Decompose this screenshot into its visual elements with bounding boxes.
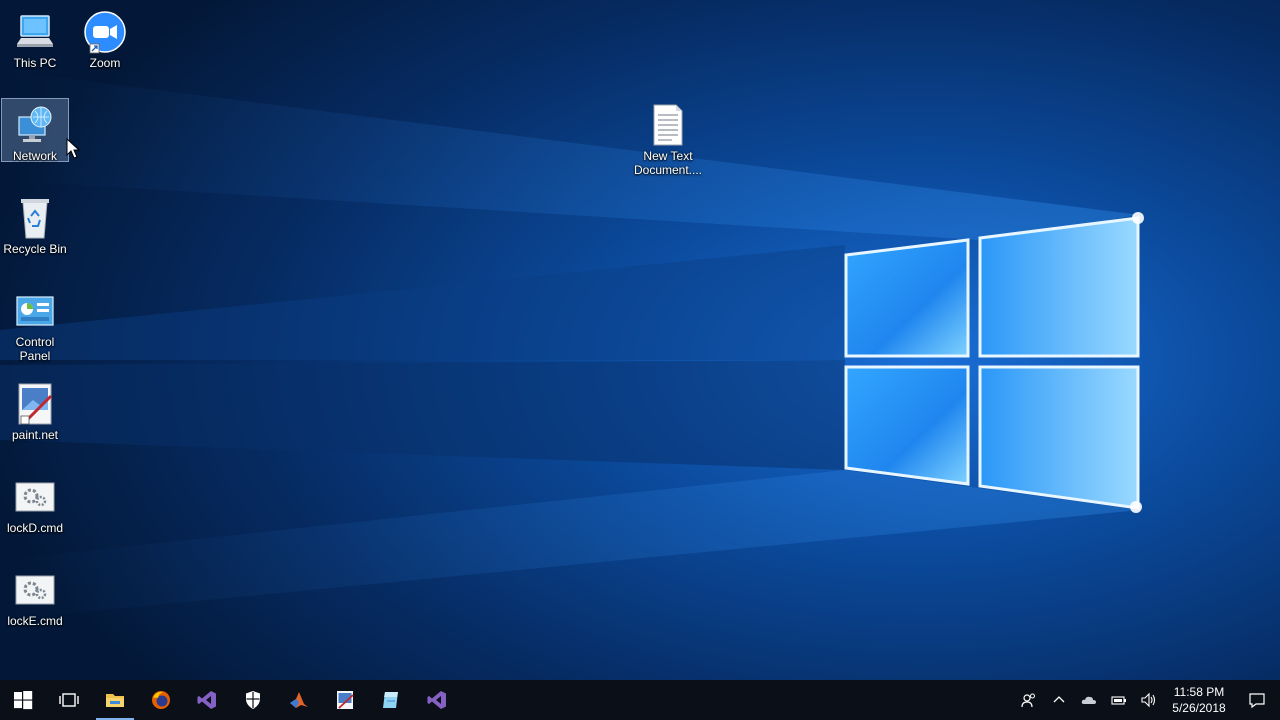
notepad-icon bbox=[383, 692, 398, 708]
text-file-icon bbox=[644, 103, 692, 147]
cmd-script-icon bbox=[11, 568, 59, 612]
windows-start-icon bbox=[14, 691, 33, 710]
taskbar-windows-security[interactable] bbox=[230, 680, 276, 720]
visual-studio-icon bbox=[427, 691, 446, 709]
taskbar-visual-studio[interactable] bbox=[184, 680, 230, 720]
computer-icon bbox=[11, 10, 59, 54]
action-center-icon bbox=[1249, 693, 1265, 709]
taskbar-firefox[interactable] bbox=[138, 680, 184, 720]
battery-icon bbox=[1111, 696, 1126, 705]
taskbar-notepad[interactable] bbox=[368, 680, 414, 720]
chevron-up-icon bbox=[1053, 696, 1065, 703]
cloud-icon bbox=[1081, 696, 1096, 704]
desktop-icon-label: lockE.cmd bbox=[7, 614, 63, 628]
zoom-camera-icon bbox=[81, 10, 129, 54]
paint-net-icon bbox=[337, 691, 354, 709]
clock-time: 11:58 PM bbox=[1173, 685, 1225, 699]
matlab-icon bbox=[290, 692, 308, 708]
desktop-icon-paint-net[interactable]: paint.net bbox=[1, 377, 69, 443]
action-center-button[interactable] bbox=[1234, 680, 1280, 720]
desktop-icon-zoom[interactable]: Zoom bbox=[71, 5, 139, 71]
recycle-bin-icon bbox=[11, 196, 59, 240]
desktop-icon-lockd-cmd[interactable]: lockD.cmd bbox=[1, 470, 69, 536]
taskbar-paint-net[interactable] bbox=[322, 680, 368, 720]
desktop-icon-this-pc[interactable]: This PC bbox=[1, 5, 69, 71]
desktop-icon-label: paint.net bbox=[11, 428, 59, 442]
firefox-icon bbox=[152, 691, 170, 709]
speaker-icon bbox=[1141, 692, 1156, 708]
cmd-script-icon bbox=[11, 475, 59, 519]
taskbar-matlab[interactable] bbox=[276, 680, 322, 720]
clock-date: 5/26/2018 bbox=[1172, 701, 1226, 715]
people-icon bbox=[1021, 693, 1035, 708]
mouse-cursor-icon bbox=[66, 138, 80, 159]
desktop-icon-network[interactable]: Network bbox=[1, 98, 69, 163]
desktop-icon-label: Control Panel bbox=[15, 335, 55, 363]
task-view-icon bbox=[59, 693, 79, 707]
desktop-icon-label: lockD.cmd bbox=[6, 521, 63, 535]
shield-icon bbox=[246, 691, 260, 709]
paint-net-icon bbox=[11, 382, 59, 426]
visual-studio-icon bbox=[197, 691, 216, 709]
start-button[interactable] bbox=[0, 680, 46, 720]
taskbar-file-explorer[interactable] bbox=[92, 680, 138, 720]
network-globe-icon bbox=[11, 103, 59, 147]
folder-icon bbox=[106, 694, 124, 707]
desktop-icon-recycle-bin[interactable]: Recycle Bin bbox=[1, 191, 69, 257]
tray-onedrive[interactable] bbox=[1074, 680, 1104, 720]
desktop-icon-locke-cmd[interactable]: lockE.cmd bbox=[1, 563, 69, 629]
desktop-icon-label: Recycle Bin bbox=[3, 242, 67, 256]
desktop-icon-label: Zoom bbox=[89, 56, 121, 70]
taskbar: 11:58 PM 5/26/2018 bbox=[0, 680, 1280, 720]
desktop-icon-label: New Text Document.... bbox=[633, 149, 703, 177]
task-view-button[interactable] bbox=[46, 680, 92, 720]
taskbar-visual-studio-2[interactable] bbox=[414, 680, 460, 720]
control-panel-icon bbox=[11, 289, 59, 333]
desktop-icon-new-text-document[interactable]: New Text Document.... bbox=[622, 98, 714, 178]
tray-people[interactable] bbox=[1014, 680, 1044, 720]
tray-show-hidden-icons[interactable] bbox=[1044, 680, 1074, 720]
system-tray: 11:58 PM 5/26/2018 bbox=[1014, 680, 1280, 720]
tray-battery[interactable] bbox=[1104, 680, 1134, 720]
tray-volume[interactable] bbox=[1134, 680, 1164, 720]
taskbar-clock[interactable]: 11:58 PM 5/26/2018 bbox=[1164, 680, 1234, 720]
desktop-icon-control-panel[interactable]: Control Panel bbox=[1, 284, 69, 364]
